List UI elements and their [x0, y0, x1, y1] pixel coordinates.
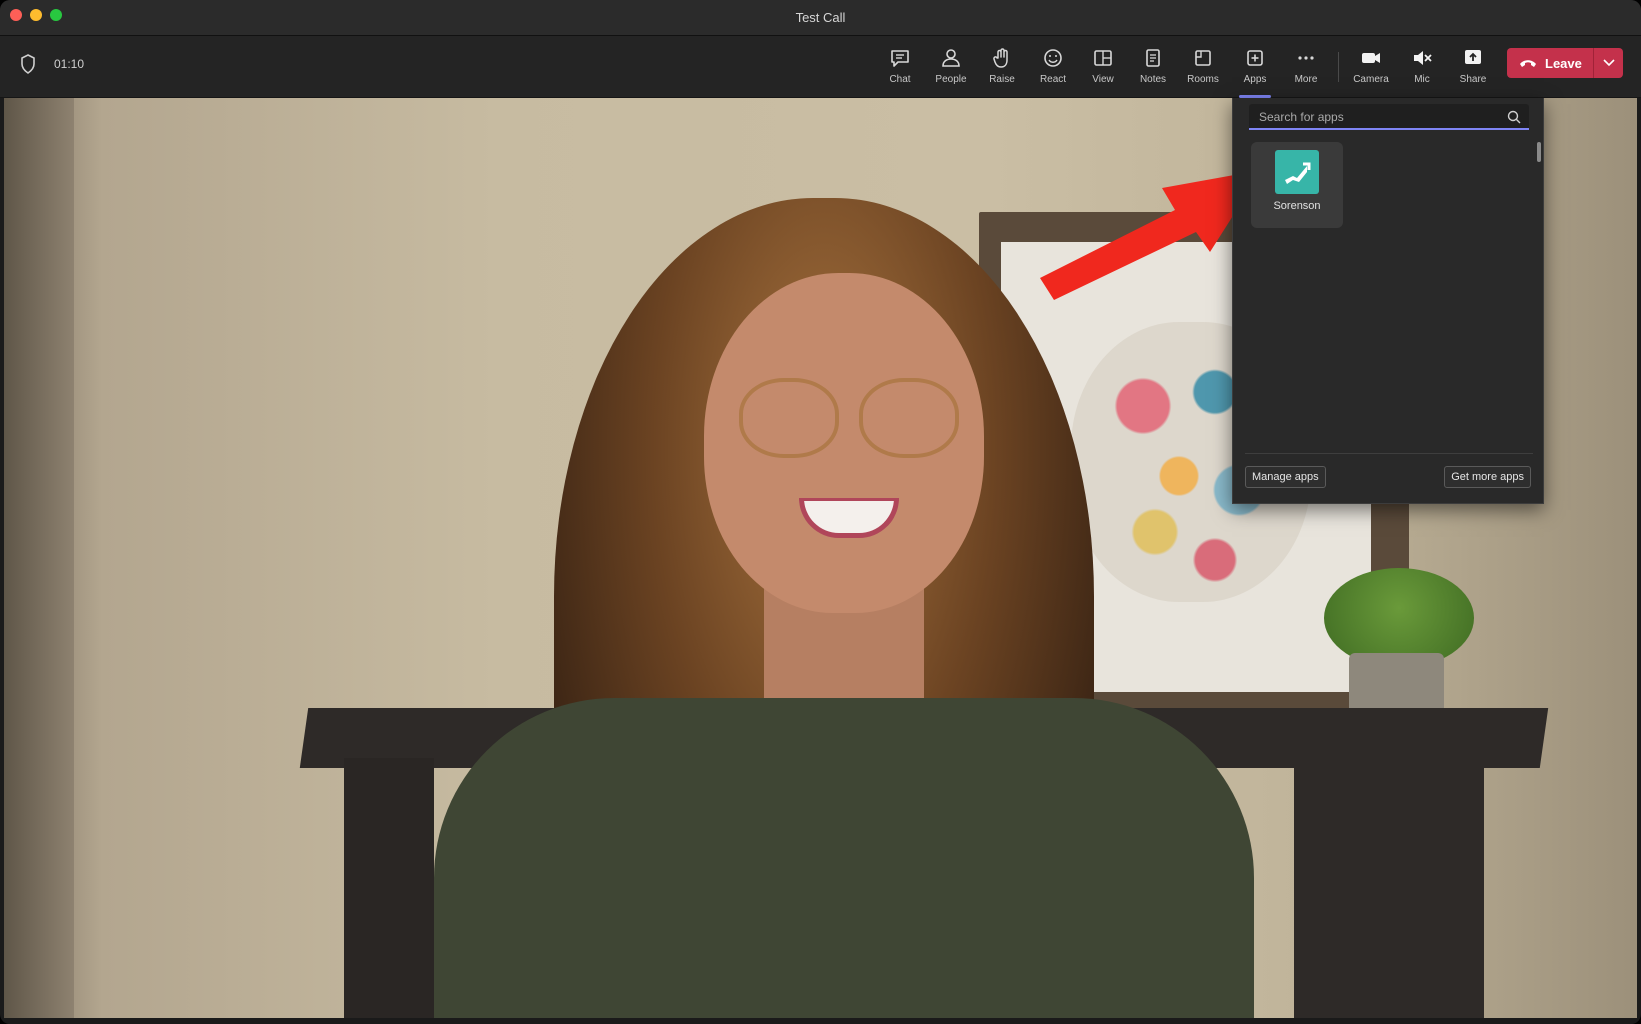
apps-icon	[1243, 46, 1267, 70]
phone-hangup-icon	[1520, 60, 1536, 67]
app-search-box	[1249, 104, 1529, 130]
window-bottom-edge	[0, 1018, 1641, 1024]
view-label: View	[1092, 74, 1114, 85]
more-label: More	[1294, 74, 1318, 85]
wall-shadow	[4, 98, 74, 1018]
call-timer: 01:10	[54, 57, 85, 71]
panel-divider	[1245, 453, 1533, 454]
sorenson-logo-icon	[1275, 150, 1319, 194]
view-button[interactable]: View	[1078, 42, 1128, 92]
get-more-apps-button[interactable]: Get more apps	[1444, 466, 1531, 488]
camera-label: Camera	[1353, 74, 1389, 85]
leave-button[interactable]: Leave	[1507, 48, 1593, 78]
table-leg	[1294, 758, 1484, 1018]
window-title: Test Call	[795, 10, 846, 25]
leave-options-button[interactable]	[1594, 48, 1623, 78]
leave-label: Leave	[1545, 55, 1582, 71]
chat-button[interactable]: Chat	[875, 42, 925, 92]
title-bar: Test Call	[0, 0, 1641, 36]
more-icon	[1294, 46, 1318, 70]
mic-button[interactable]: Mic	[1397, 42, 1447, 92]
app-search-input[interactable]	[1259, 108, 1499, 126]
raise-hand-button[interactable]: Raise	[977, 42, 1027, 92]
participant-shirt	[434, 698, 1254, 1018]
react-label: React	[1039, 74, 1067, 85]
shield-icon	[21, 54, 35, 74]
share-button[interactable]: Share	[1448, 42, 1498, 92]
react-icon	[1041, 46, 1065, 70]
share-label: Share	[1459, 74, 1487, 85]
toolbar-divider	[1338, 52, 1339, 82]
people-label: People	[935, 74, 967, 85]
mic-label: Mic	[1414, 74, 1430, 85]
chat-icon	[888, 46, 912, 70]
participant-glasses	[739, 378, 839, 458]
app-name: Sorenson	[1273, 200, 1321, 212]
rooms-label: Rooms	[1187, 74, 1219, 85]
raise-label: Raise	[989, 74, 1015, 85]
manage-apps-button[interactable]: Manage apps	[1245, 466, 1326, 488]
apps-scrollbar[interactable]	[1537, 142, 1541, 162]
mic-muted-icon	[1410, 46, 1434, 70]
view-icon	[1091, 46, 1115, 70]
camera-button[interactable]: Camera	[1346, 42, 1396, 92]
app-tile-sorenson[interactable]: Sorenson	[1251, 142, 1343, 228]
apps-button[interactable]: Apps	[1230, 42, 1280, 98]
chevron-down-icon	[1602, 59, 1615, 67]
search-icon[interactable]	[1507, 110, 1521, 124]
raise-hand-icon	[990, 46, 1014, 70]
apps-flyout: Sorenson Manage apps Get more apps	[1232, 98, 1544, 504]
meeting-window: Test Call 01:10 Chat People Raise React …	[0, 0, 1641, 1024]
leave-control: Leave	[1507, 48, 1623, 78]
notes-button[interactable]: Notes	[1128, 42, 1178, 92]
apps-label: Apps	[1243, 74, 1267, 85]
table-leg	[344, 758, 434, 1018]
share-icon	[1461, 46, 1485, 70]
notes-label: Notes	[1139, 74, 1167, 85]
participant-glasses	[859, 378, 959, 458]
people-button[interactable]: People	[926, 42, 976, 92]
meeting-toolbar: 01:10 Chat People Raise React View Notes…	[0, 36, 1641, 98]
people-icon	[939, 46, 963, 70]
more-button[interactable]: More	[1281, 42, 1331, 92]
camera-icon	[1359, 46, 1383, 70]
rooms-icon	[1191, 46, 1215, 70]
react-button[interactable]: React	[1028, 42, 1078, 92]
notes-icon	[1141, 46, 1165, 70]
rooms-button[interactable]: Rooms	[1178, 42, 1228, 92]
chat-label: Chat	[889, 74, 911, 85]
